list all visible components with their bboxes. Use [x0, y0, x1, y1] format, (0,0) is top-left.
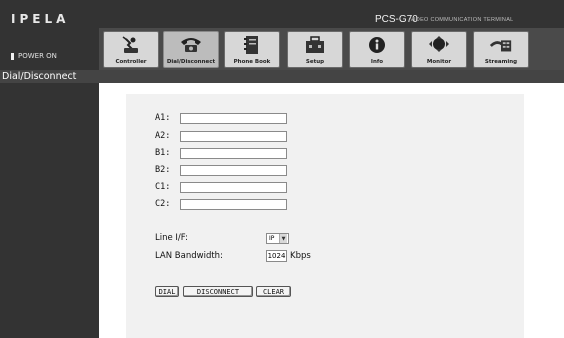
tab-controller[interactable]: Controller — [103, 31, 159, 68]
lan-bandwidth-input[interactable]: 1024 — [266, 250, 287, 262]
power-indicator-icon — [11, 52, 14, 60]
clear-button[interactable]: CLEAR — [256, 286, 291, 297]
field-a2-label: A2: — [155, 131, 171, 141]
disconnect-button[interactable]: DISCONNECT — [183, 286, 253, 297]
line-if-value: IP — [269, 235, 275, 242]
tab-streaming[interactable]: Streaming — [473, 31, 529, 68]
field-a1-input[interactable] — [180, 113, 287, 124]
tab-phone-book-label: Phone Book — [233, 59, 271, 65]
field-b1-input[interactable] — [180, 148, 287, 159]
tab-dial-disconnect[interactable]: Dial/Disconnect — [163, 31, 219, 68]
power-status: POWER ON — [11, 52, 57, 60]
power-status-label: POWER ON — [18, 52, 57, 60]
phone-book-icon — [240, 35, 264, 55]
controller-icon — [119, 35, 143, 55]
tab-streaming-label: Streaming — [484, 59, 518, 65]
tab-phone-book[interactable]: Phone Book — [224, 31, 280, 68]
monitor-icon — [427, 35, 451, 55]
tab-controller-label: Controller — [115, 59, 147, 65]
tab-dial-disconnect-label: Dial/Disconnect — [166, 59, 216, 65]
field-b1-label: B1: — [155, 148, 171, 158]
field-c2-label: C2: — [155, 199, 171, 209]
field-a1-label: A1: — [155, 113, 171, 123]
tab-info-label: Info — [370, 59, 384, 65]
dial-button[interactable]: DIAL — [155, 286, 179, 297]
field-b2-label: B2: — [155, 165, 171, 175]
page-title-bar — [0, 70, 564, 83]
setup-toolbox-icon — [303, 35, 327, 55]
field-a2-input[interactable] — [180, 131, 287, 142]
ipela-logo: IPELA — [11, 12, 70, 26]
field-b2-input[interactable] — [180, 165, 287, 176]
tab-info[interactable]: Info — [349, 31, 405, 68]
field-c1-input[interactable] — [180, 182, 287, 193]
page-title: Dial/Disconnect — [2, 71, 77, 82]
field-c1-label: C1: — [155, 182, 171, 192]
phone-icon — [179, 35, 203, 55]
lan-bandwidth-label: LAN Bandwidth: — [155, 251, 223, 261]
info-icon — [365, 35, 389, 55]
chevron-down-icon[interactable]: ▼ — [279, 234, 287, 243]
left-sidebar — [0, 83, 99, 338]
tab-monitor[interactable]: Monitor — [411, 31, 467, 68]
streaming-icon — [489, 35, 513, 55]
tab-setup[interactable]: Setup — [287, 31, 343, 68]
field-c2-input[interactable] — [180, 199, 287, 210]
tab-monitor-label: Monitor — [426, 59, 452, 65]
line-if-label: Line I/F: — [155, 233, 188, 243]
tab-setup-label: Setup — [305, 59, 325, 65]
model-subtitle: VIDEO COMMUNICATION TERMINAL — [410, 17, 514, 23]
lan-bandwidth-unit: Kbps — [290, 251, 311, 261]
line-if-select[interactable]: IP ▼ — [266, 233, 289, 244]
